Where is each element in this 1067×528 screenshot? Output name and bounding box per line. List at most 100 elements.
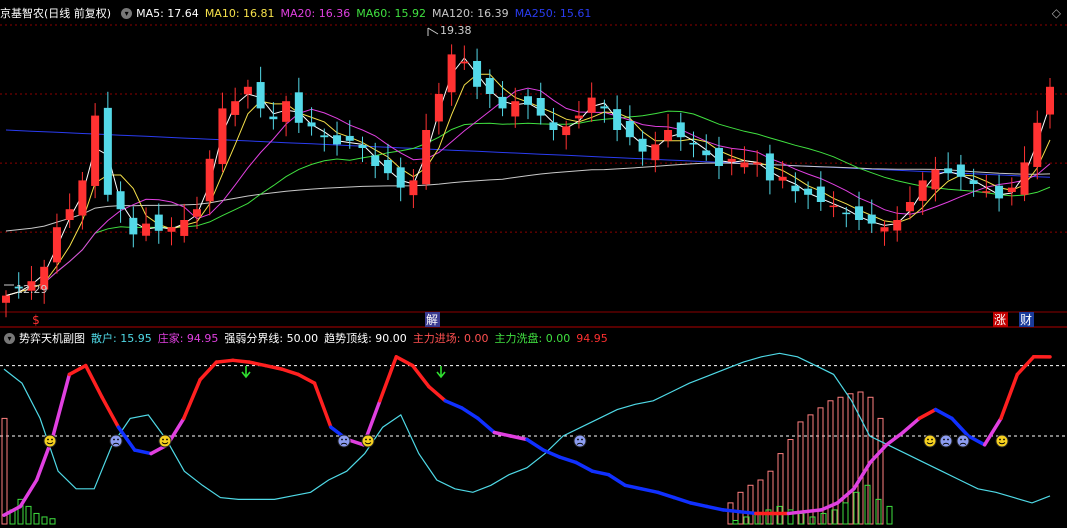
candle-body [816, 186, 825, 202]
banker-segment [394, 355, 415, 368]
banker-segment [966, 434, 987, 447]
banker-segment [606, 472, 627, 488]
ma-legend-item-5: MA250: 15.61 [514, 6, 592, 20]
chevron-down-icon[interactable]: ▾ [4, 332, 15, 344]
banker-segment [459, 406, 480, 421]
marker-label-0: $ [32, 313, 40, 327]
banker-segment [525, 437, 546, 452]
face-eye [947, 438, 949, 441]
sub-chart-title: 势弈天机副图 [19, 332, 85, 345]
ma60-line [5, 110, 1051, 297]
wash-bar [25, 505, 32, 525]
banker-segment [884, 430, 905, 447]
candle-body [192, 209, 201, 217]
candle-body [804, 188, 813, 195]
candle-body [333, 135, 342, 145]
candle-body [52, 227, 61, 263]
entry-bar [1, 417, 8, 525]
candle-body [638, 138, 647, 152]
happy-face-icon [923, 434, 937, 448]
banker-segment [263, 363, 284, 371]
entry-bar [847, 393, 854, 525]
banker-segment [312, 381, 333, 429]
candle-body [473, 60, 482, 87]
ma20-line [5, 87, 1051, 297]
face-eye [117, 438, 119, 441]
candle-body [422, 130, 431, 185]
banker-segment [378, 355, 398, 403]
entry-bar [837, 396, 844, 525]
candle-body [727, 158, 736, 162]
banker-segment [427, 384, 448, 403]
banker-segment [950, 416, 971, 438]
candle-body [498, 96, 507, 109]
candle-body [944, 168, 953, 174]
down-arrow-icon [241, 366, 251, 379]
sub-chart-header: ▾ 势弈天机副图 散户: 15.95 庄家: 94.95 强弱分界线: 50.00 趋… [0, 329, 614, 347]
candle-body [753, 162, 762, 165]
happy-face-icon [995, 434, 1009, 448]
candle-body [562, 126, 571, 136]
banker-segment [296, 372, 317, 385]
sad-face-icon [956, 434, 970, 448]
banker-segment [623, 483, 644, 491]
banker-segment [917, 407, 938, 421]
down-arrow-icon [436, 366, 446, 379]
banker-segment [737, 509, 758, 516]
candle-body [307, 122, 316, 127]
stock-chart[interactable]: 19.38 12.29 $ 解 涨财 [0, 0, 1067, 528]
sad-face-icon [109, 434, 123, 448]
ma-legend-item-4: MA120: 16.39 [431, 6, 509, 20]
high-arrow-icon [427, 27, 439, 36]
banker-segment [280, 367, 300, 377]
candle-body [549, 122, 558, 130]
chevron-down-icon[interactable]: ▾ [121, 7, 133, 19]
candle-body [905, 202, 914, 212]
candle-body [129, 217, 138, 235]
candle-body [396, 167, 405, 188]
marker-label-1: 解 [426, 313, 438, 327]
candle-body [791, 185, 800, 192]
candle-body [982, 191, 991, 193]
banker-segment [410, 363, 431, 389]
face-eye [365, 438, 367, 441]
candle-body [434, 94, 443, 122]
wash-bar [842, 502, 849, 525]
entry-bar [807, 414, 814, 525]
face-eye [47, 438, 49, 441]
face-eye [369, 438, 371, 441]
candle-body [893, 220, 902, 231]
face-eye [964, 438, 966, 441]
candle-body [282, 101, 291, 122]
happy-face-icon [158, 434, 172, 448]
candle-body [995, 185, 1004, 199]
banker-segment [247, 360, 268, 368]
face-eye [960, 438, 962, 441]
candle-body [205, 158, 214, 202]
wash-bar [49, 518, 56, 525]
ma-legend-item-2: MA20: 16.36 [280, 6, 351, 20]
banker-segment [574, 460, 595, 473]
candle-body [218, 108, 227, 165]
candle-body [1033, 122, 1042, 167]
entry-bar [727, 502, 734, 525]
entry-bar [797, 421, 804, 525]
candle-body [91, 115, 100, 186]
face-eye [345, 438, 347, 441]
sub-legend-item-4: 主力进场: 0.00 [412, 332, 489, 345]
ma250-line [5, 129, 1051, 178]
wash-bar [41, 516, 48, 525]
candle-body [867, 214, 876, 224]
sub-legend-item-1: 庄家: 94.95 [157, 332, 219, 345]
banker-segment [803, 508, 823, 514]
face-eye [999, 438, 1001, 441]
candle-body [231, 101, 240, 115]
sub-legend-item-2: 强弱分界线: 50.00 [224, 332, 319, 345]
candle-body [320, 135, 329, 138]
banker-segment [133, 448, 153, 456]
candle-body [855, 206, 864, 220]
wash-bar [33, 512, 40, 525]
candle-body [956, 164, 965, 177]
candle-body [702, 150, 711, 156]
banker-segment [18, 478, 39, 509]
